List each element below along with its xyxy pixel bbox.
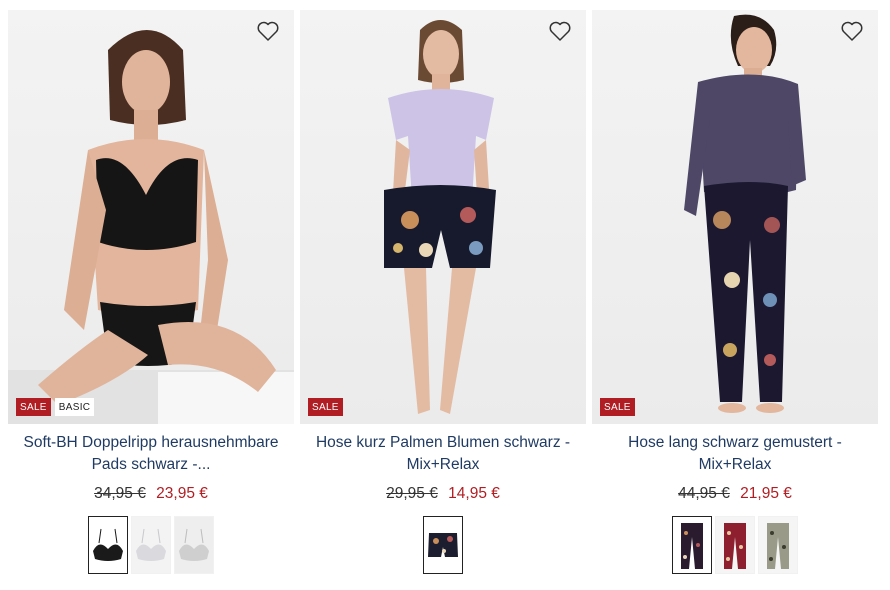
color-swatch-black[interactable] [88, 516, 128, 574]
model-photo [8, 30, 294, 424]
product-card[interactable]: SALE Hose kurz Palmen Blumen schwarz - M… [300, 10, 586, 585]
color-swatches [592, 516, 878, 574]
product-card[interactable]: SALE BASIC Soft-BH Doppelripp herausnehm… [8, 10, 294, 585]
wishlist-heart-icon[interactable] [840, 20, 864, 42]
color-swatch-green-pattern[interactable] [758, 516, 798, 574]
color-swatch-black-pattern[interactable] [672, 516, 712, 574]
badge-group: SALE [600, 398, 635, 416]
product-title[interactable]: Soft-BH Doppelripp herausnehmbare Pads s… [14, 432, 288, 478]
product-image[interactable]: SALE [592, 10, 878, 424]
product-title[interactable]: Hose lang schwarz gemustert - Mix+Relax [598, 432, 872, 478]
price-row: 29,95 € 14,95 € [300, 484, 586, 504]
product-grid: SALE BASIC Soft-BH Doppelripp herausnehm… [8, 10, 880, 585]
price-row: 44,95 € 21,95 € [592, 484, 878, 504]
model-photo [384, 20, 496, 414]
sale-badge: SALE [16, 398, 51, 416]
wishlist-heart-icon[interactable] [256, 20, 280, 42]
color-swatches [8, 516, 294, 574]
color-swatch-red-pattern[interactable] [715, 516, 755, 574]
product-card[interactable]: SALE Hose lang schwarz gemustert - Mix+R… [592, 10, 878, 585]
sale-badge: SALE [308, 398, 343, 416]
sale-badge: SALE [600, 398, 635, 416]
sale-price: 21,95 € [740, 485, 792, 502]
color-swatch-grey[interactable] [174, 516, 214, 574]
old-price: 44,95 € [678, 485, 730, 502]
color-swatches [300, 516, 586, 574]
price-row: 34,95 € 23,95 € [8, 484, 294, 504]
model-photo [684, 14, 806, 413]
product-image[interactable]: SALE BASIC [8, 10, 294, 424]
color-swatch-light-grey[interactable] [131, 516, 171, 574]
color-swatch-black-floral[interactable] [423, 516, 463, 574]
badge-group: SALE [308, 398, 343, 416]
sale-price: 23,95 € [156, 485, 208, 502]
old-price: 29,95 € [386, 485, 438, 502]
wishlist-heart-icon[interactable] [548, 20, 572, 42]
product-image[interactable]: SALE [300, 10, 586, 424]
old-price: 34,95 € [94, 485, 146, 502]
product-title[interactable]: Hose kurz Palmen Blumen schwarz - Mix+Re… [306, 432, 580, 478]
sale-price: 14,95 € [448, 485, 500, 502]
badge-group: SALE BASIC [16, 398, 95, 416]
basic-badge: BASIC [54, 398, 95, 416]
